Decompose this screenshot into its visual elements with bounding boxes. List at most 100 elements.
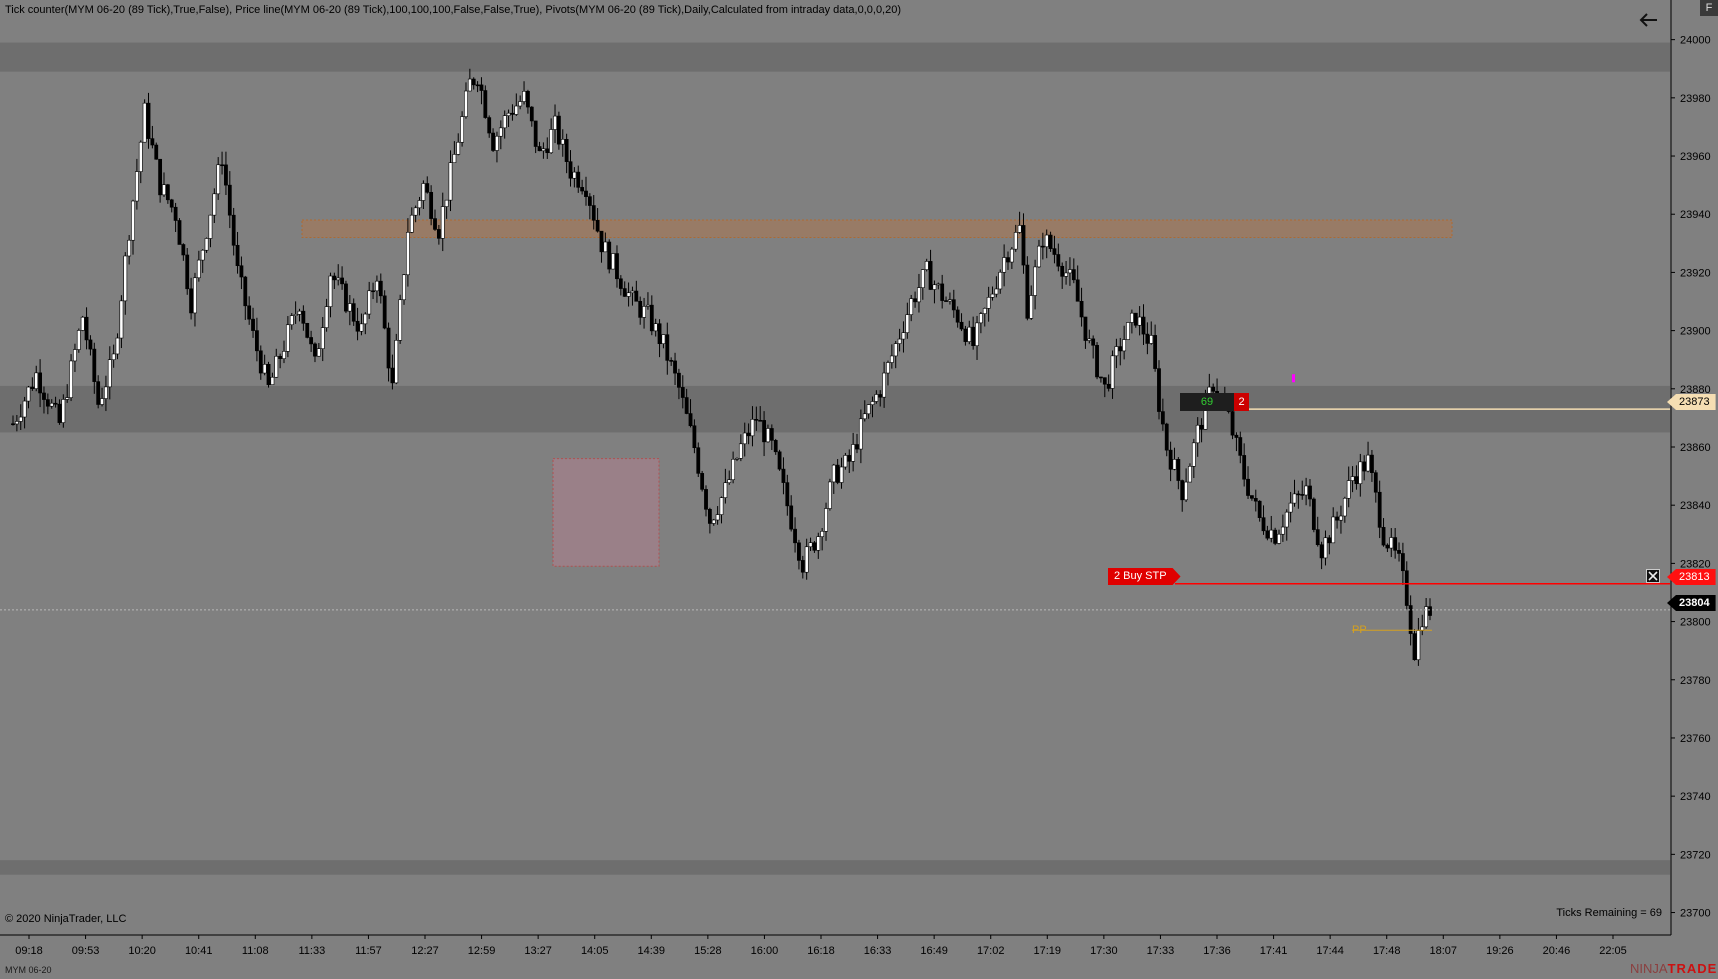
candle-body <box>1199 424 1204 430</box>
candle-body <box>1211 386 1216 392</box>
candle-body <box>855 444 859 450</box>
x-tick-label: 17:02 <box>977 945 1005 957</box>
candle-body <box>224 164 228 186</box>
candle-body <box>766 428 770 443</box>
candle-body <box>57 403 62 423</box>
candle-body <box>1366 454 1370 472</box>
candle-body <box>704 489 708 510</box>
candle-body <box>76 330 81 350</box>
candle-body <box>622 288 627 297</box>
candle-body <box>611 253 615 270</box>
candle-body <box>886 362 890 374</box>
position-count[interactable]: 2 <box>1234 393 1249 411</box>
x-tick-label: 16:33 <box>864 945 892 957</box>
x-tick-label: 16:00 <box>751 945 779 957</box>
chart-window[interactable]: 24000 23980 23960 23940 23920 23900 23880 23860… <box>0 0 1718 979</box>
candle-body <box>1157 368 1161 412</box>
candle-body <box>1126 322 1130 340</box>
candle <box>556 111 561 150</box>
candle-body <box>1269 529 1274 539</box>
candle-body <box>607 241 612 270</box>
x-tick-label: 17:19 <box>1034 945 1062 957</box>
candle-body <box>975 322 979 347</box>
candle-body <box>789 505 794 530</box>
x-tick-label: 19:26 <box>1486 945 1514 957</box>
candle-body <box>750 419 755 437</box>
price-chart[interactable]: 2400023980239602394023920239002388023860… <box>0 0 1718 979</box>
candle-body <box>146 102 151 139</box>
buy-stop-order-label[interactable]: 2 Buy STP <box>1108 568 1181 585</box>
x-tick-label: 17:33 <box>1147 945 1175 957</box>
candle <box>154 142 159 160</box>
candle-body <box>727 479 732 484</box>
candle-body <box>185 254 190 290</box>
candle-body <box>758 420 763 422</box>
candle-body <box>1048 234 1053 249</box>
candle-body <box>227 184 232 216</box>
x-tick-label: 14:05 <box>581 945 609 957</box>
candle <box>344 280 348 314</box>
candle-body <box>669 360 674 362</box>
candle-body <box>45 399 50 407</box>
candle-body <box>858 418 863 450</box>
candle <box>700 470 705 492</box>
candle-body <box>464 90 468 117</box>
candle-body <box>1017 225 1022 233</box>
candle-body <box>1056 254 1061 267</box>
candle-body <box>1013 232 1018 250</box>
candle-body <box>390 367 395 384</box>
candle-body <box>189 288 193 314</box>
candle-body <box>812 542 817 551</box>
candle-body <box>707 508 712 524</box>
candle-body <box>255 330 259 352</box>
candle-body <box>862 413 867 420</box>
chart-menu-button[interactable]: F <box>1700 0 1718 16</box>
candle-body <box>901 332 906 340</box>
candle <box>777 449 782 471</box>
candle-body <box>30 386 35 389</box>
candle <box>828 478 832 511</box>
y-tick-label: 23740 <box>1680 791 1711 803</box>
candle <box>460 111 465 147</box>
ninjatrader-logo: NINJATRADER <box>1630 961 1718 976</box>
candle-body <box>344 283 348 312</box>
candle-body <box>677 372 681 388</box>
candle-body <box>436 229 441 239</box>
candle-body <box>1381 527 1386 546</box>
candle-body <box>258 350 263 374</box>
candle-body <box>297 310 302 315</box>
candle-body <box>1350 476 1355 481</box>
candle-body <box>506 112 511 116</box>
candle <box>142 99 147 143</box>
x-tick-label: 20:46 <box>1543 945 1571 957</box>
candle-body <box>642 306 646 318</box>
candle-body <box>723 482 728 498</box>
candle-body <box>626 292 631 297</box>
candle-body <box>158 158 163 196</box>
candle-body <box>162 184 166 196</box>
candle-body <box>394 340 399 384</box>
candle-body <box>711 519 716 524</box>
candle-body <box>173 206 178 221</box>
candle-body <box>413 207 418 216</box>
candle-body <box>193 277 197 314</box>
cancel-order-icon[interactable] <box>1646 569 1660 583</box>
candle-body <box>735 458 739 460</box>
candle-body <box>134 171 139 202</box>
candle-body <box>553 115 557 130</box>
candle-body <box>1153 335 1158 369</box>
candle-body <box>665 334 670 361</box>
x-tick-label: 11:33 <box>298 945 325 957</box>
candle-body <box>131 200 135 241</box>
candle-body <box>1102 377 1107 385</box>
back-arrow-icon[interactable] <box>1636 8 1662 32</box>
candle-body <box>1416 630 1421 661</box>
candle <box>607 239 612 274</box>
position-quantity[interactable]: 69 <box>1180 393 1234 411</box>
candle-body <box>142 102 147 143</box>
candle-body <box>928 261 933 290</box>
candle-body <box>107 359 112 388</box>
y-tick-label: 24000 <box>1680 35 1711 47</box>
y-tick-label: 23760 <box>1680 733 1711 745</box>
candle-body <box>800 560 805 573</box>
